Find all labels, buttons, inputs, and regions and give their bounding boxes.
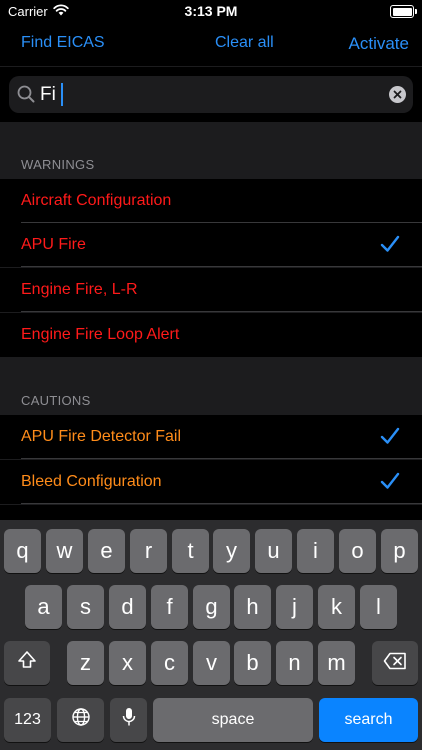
numbers-key[interactable]: 123 (4, 698, 51, 742)
key-n[interactable]: n (276, 641, 313, 685)
shift-key[interactable] (4, 641, 50, 685)
search-field[interactable] (9, 76, 413, 113)
key-x[interactable]: x (109, 641, 146, 685)
key-a[interactable]: a (25, 585, 62, 629)
globe-key[interactable] (57, 698, 104, 742)
key-v[interactable]: v (193, 641, 230, 685)
activate-button[interactable]: Activate (349, 34, 409, 54)
list-item-label: Bleed Configuration (21, 473, 162, 490)
section-header-cautions: CAUTIONS (21, 393, 91, 408)
key-b[interactable]: b (234, 641, 271, 685)
key-i[interactable]: i (297, 529, 334, 573)
battery-icon (390, 5, 417, 18)
list-item-label: APU Fire Detector Fail (21, 428, 182, 445)
key-c[interactable]: c (151, 641, 188, 685)
list-item-label: APU Fire (21, 236, 86, 253)
key-t[interactable]: t (172, 529, 209, 573)
shift-icon (17, 650, 37, 676)
search-key[interactable]: search (319, 698, 418, 742)
list-item[interactable]: APU Fire Detector Fail (0, 415, 422, 459)
status-time: 3:13 PM (184, 3, 238, 19)
checkmark-icon (380, 427, 400, 450)
key-m[interactable]: m (318, 641, 355, 685)
list-item[interactable]: APU Fire (0, 223, 422, 267)
search-input[interactable] (40, 82, 380, 107)
section-header-warnings: WARNINGS (21, 157, 95, 172)
list-item[interactable]: Aircraft Configuration (0, 179, 422, 223)
key-s[interactable]: s (67, 585, 104, 629)
key-l[interactable]: l (360, 585, 397, 629)
checkmark-icon (380, 235, 400, 258)
key-y[interactable]: y (213, 529, 250, 573)
search-icon (17, 85, 35, 108)
key-f[interactable]: f (151, 585, 188, 629)
list-item[interactable]: Engine Fire Loop Alert (0, 313, 422, 357)
microphone-icon (122, 707, 136, 733)
key-r[interactable]: r (130, 529, 167, 573)
key-k[interactable]: k (318, 585, 355, 629)
key-z[interactable]: z (67, 641, 104, 685)
key-p[interactable]: p (381, 529, 418, 573)
list-item[interactable] (0, 505, 422, 520)
text-cursor (61, 83, 63, 106)
key-e[interactable]: e (88, 529, 125, 573)
key-d[interactable]: d (109, 585, 146, 629)
list-item-label: Aircraft Configuration (21, 192, 172, 209)
find-eicas-button[interactable]: Find EICAS (21, 34, 105, 52)
key-h[interactable]: h (234, 585, 271, 629)
list-item-label: Engine Fire Loop Alert (21, 326, 180, 343)
navigation-bar: Find EICAS Clear all Activate (0, 24, 422, 66)
checkmark-icon (380, 472, 400, 495)
dictation-key[interactable] (110, 698, 147, 742)
key-u[interactable]: u (255, 529, 292, 573)
status-bar: Carrier 3:13 PM (0, 0, 422, 24)
search-bar (0, 66, 422, 123)
key-g[interactable]: g (193, 585, 230, 629)
backspace-icon (383, 650, 407, 676)
globe-icon (71, 707, 91, 733)
clear-all-button[interactable]: Clear all (215, 34, 274, 52)
key-o[interactable]: o (339, 529, 376, 573)
list-item-label: Engine Fire, L-R (21, 281, 138, 298)
clear-search-icon[interactable] (389, 86, 406, 103)
space-key[interactable]: space (153, 698, 313, 742)
key-q[interactable]: q (4, 529, 41, 573)
keyboard: q w e r t y u i o p a s d f g h j k l z … (0, 520, 422, 750)
alert-list: WARNINGS Aircraft Configuration APU Fire… (0, 122, 422, 520)
key-w[interactable]: w (46, 529, 83, 573)
list-item[interactable]: Bleed Configuration (0, 460, 422, 504)
key-j[interactable]: j (276, 585, 313, 629)
delete-key[interactable] (372, 641, 418, 685)
list-item[interactable]: Engine Fire, L-R (0, 268, 422, 312)
